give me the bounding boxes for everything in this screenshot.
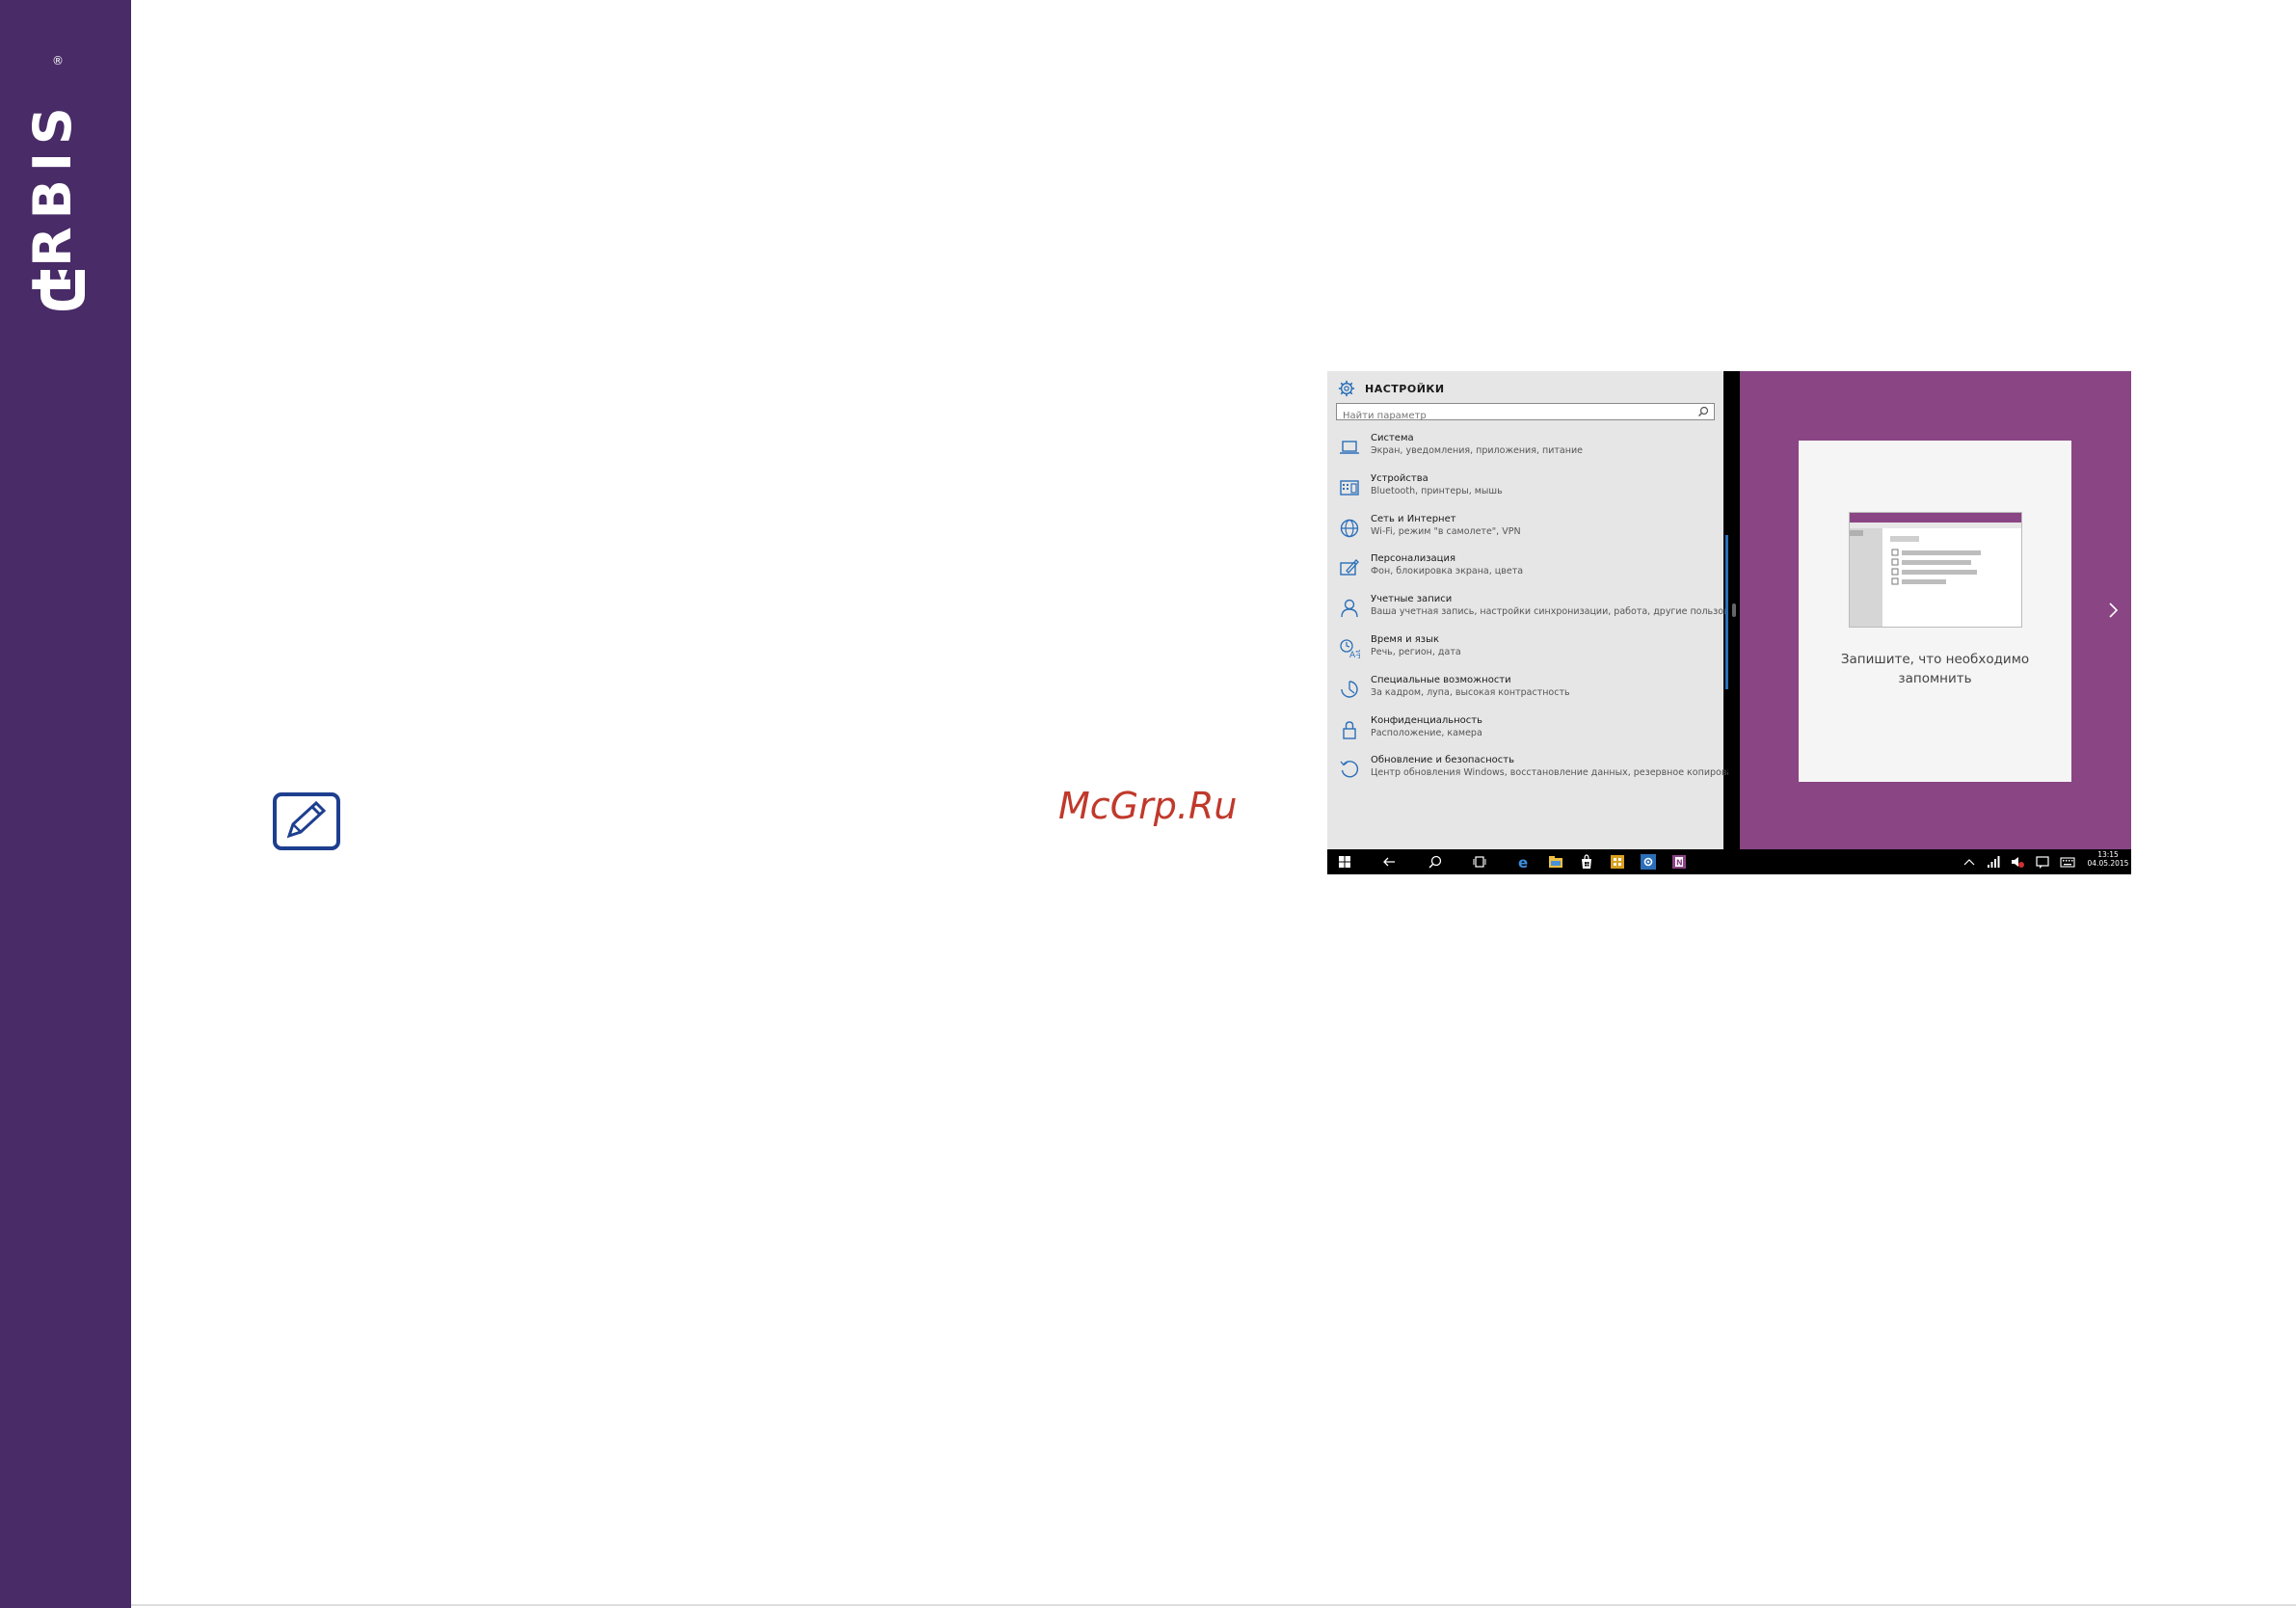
category-title: Учетные записи — [1371, 594, 1453, 605]
back-arrow-icon[interactable] — [1381, 854, 1397, 870]
svg-text:N: N — [1676, 859, 1683, 868]
photos-app-icon[interactable] — [1610, 854, 1625, 870]
globe-icon — [1340, 519, 1359, 537]
update-icon — [1340, 761, 1359, 778]
onenote-preview-illustration — [1849, 512, 2022, 628]
action-center-icon[interactable] — [2035, 854, 2050, 870]
category-personalization[interactable]: Персонализация Фон, блокировка экрана, ц… — [1327, 553, 1723, 594]
lock-icon — [1343, 720, 1356, 739]
gear-icon — [1338, 380, 1355, 397]
taskbar: e N 13:15 04.05.2015 — [1327, 849, 2131, 874]
taskbar-date: 04.05.2015 — [2087, 859, 2129, 869]
category-network[interactable]: Сеть и Интернет Wi-Fi, режим "в самолете… — [1327, 514, 1723, 554]
category-title: Система — [1371, 433, 1414, 443]
accessibility-icon — [1341, 681, 1358, 698]
onenote-pane: Запишите, что необходимо запомнить — [1740, 371, 2131, 849]
taskbar-clock[interactable]: 13:15 04.05.2015 — [2087, 850, 2129, 869]
category-description: За кадром, лупа, высокая контрастность — [1371, 686, 1570, 698]
chevron-right-icon[interactable] — [2106, 601, 2120, 620]
task-view-icon[interactable] — [1472, 854, 1487, 870]
windows-start-icon[interactable] — [1337, 854, 1352, 870]
category-time-language[interactable]: A字 Время и язык Речь, регион, дата — [1327, 634, 1723, 675]
bottom-rule — [131, 1604, 2296, 1606]
system-tray-chevron-icon[interactable] — [1962, 854, 1977, 870]
search-icon[interactable] — [1697, 406, 1709, 417]
settings-search-box[interactable] — [1336, 403, 1715, 424]
brand-logo: IRBIS — [22, 99, 83, 294]
search-icon[interactable] — [1428, 854, 1443, 870]
category-description: Центр обновления Windows, восстановление… — [1371, 767, 1750, 779]
category-description: Bluetooth, принтеры, мышь — [1371, 485, 1503, 496]
category-description: Расположение, камера — [1371, 727, 1482, 738]
category-update-security[interactable]: Обновление и безопасность Центр обновлен… — [1327, 755, 1750, 795]
category-title: Сеть и Интернет — [1371, 513, 1456, 524]
devices-icon — [1340, 480, 1359, 496]
settings-gear-taskbar-icon[interactable] — [1641, 854, 1656, 870]
category-title: Обновление и безопасность — [1371, 755, 1514, 766]
category-description: Wi-Fi, режим "в самолете", VPN — [1371, 525, 1521, 537]
keyboard-icon[interactable] — [2060, 854, 2075, 870]
category-accessibility[interactable]: Специальные возможности За кадром, лупа,… — [1327, 675, 1723, 715]
category-title: Персонализация — [1371, 553, 1455, 565]
laptop-icon — [1340, 441, 1359, 454]
category-privacy[interactable]: Конфиденциальность Расположение, камера — [1327, 715, 1723, 756]
settings-pane: НАСТРОЙКИ Система Экран, уведомления, пр… — [1327, 371, 1757, 849]
edge-browser-icon[interactable]: e — [1517, 854, 1533, 870]
category-description: Речь, регион, дата — [1371, 646, 1461, 657]
category-description: Ваша учетная запись, настройки синхрониз… — [1371, 606, 1758, 618]
category-description: Экран, уведомления, приложения, питание — [1371, 445, 1583, 456]
person-icon — [1341, 599, 1358, 618]
category-description: Фон, блокировка экрана, цвета — [1371, 566, 1524, 577]
onenote-intro-card: Запишите, что необходимо запомнить — [1799, 441, 2071, 782]
svg-text:e: e — [1518, 854, 1528, 870]
snap-divider-grip[interactable] — [1732, 603, 1736, 617]
taskbar-time: 13:15 — [2097, 850, 2119, 859]
category-system[interactable]: Система Экран, уведомления, приложения, … — [1327, 433, 1723, 473]
category-devices[interactable]: Устройства Bluetooth, принтеры, мышь — [1327, 473, 1723, 514]
windows-screenshot: НАСТРОЙКИ Система Экран, уведомления, пр… — [1327, 371, 2131, 874]
category-accounts[interactable]: Учетные записи Ваша учетная запись, наст… — [1327, 594, 1757, 634]
time-language-icon: A字 — [1340, 639, 1360, 659]
settings-search-input[interactable] — [1337, 408, 1695, 424]
settings-title: НАСТРОЙКИ — [1365, 382, 1445, 395]
category-title: Устройства — [1371, 472, 1428, 484]
category-title: Конфиденциальность — [1371, 714, 1483, 726]
watermark-text: McGrp.Ru — [1058, 785, 1238, 827]
network-icon[interactable] — [1986, 854, 2001, 870]
category-title: Время и язык — [1371, 633, 1440, 645]
registered-mark: ® — [52, 54, 64, 67]
brand-sidebar: IRBIS ® — [0, 0, 131, 1608]
svg-text:A字: A字 — [1349, 649, 1360, 659]
file-explorer-icon[interactable] — [1548, 854, 1563, 870]
note-pencil-icon — [273, 792, 340, 850]
store-icon[interactable] — [1579, 854, 1594, 870]
category-title: Специальные возможности — [1371, 674, 1511, 685]
onenote-app-icon[interactable]: N — [1671, 854, 1687, 870]
settings-category-list: Система Экран, уведомления, приложения, … — [1327, 433, 1757, 795]
volume-icon[interactable] — [2010, 854, 2025, 870]
personalization-icon — [1340, 559, 1359, 576]
onenote-message: Запишите, что необходимо запомнить — [1840, 652, 2030, 686]
settings-header: НАСТРОЙКИ — [1338, 379, 1445, 398]
irbis-logo-icon — [40, 270, 85, 310]
